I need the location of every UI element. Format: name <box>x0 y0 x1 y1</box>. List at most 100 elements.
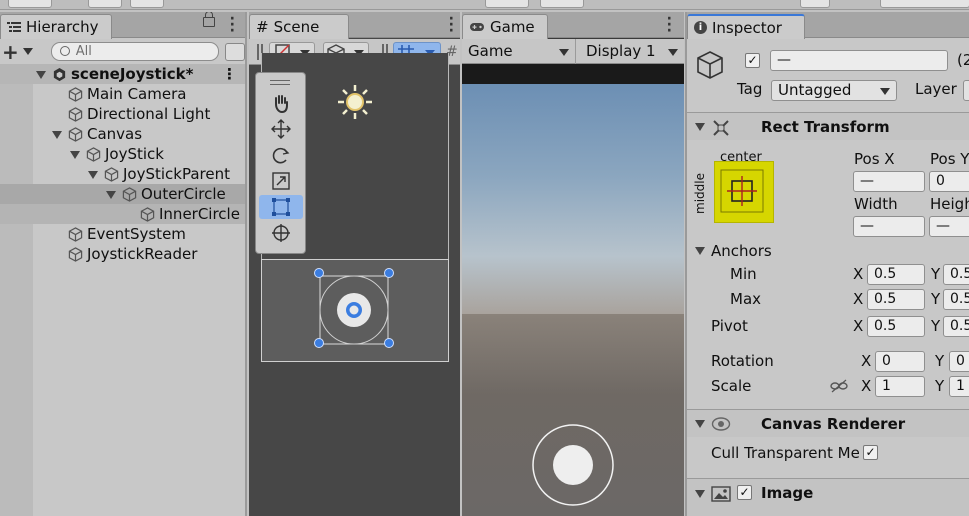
more-menu-icon[interactable]: · · · <box>667 12 672 38</box>
expand-arrow-icon[interactable] <box>52 131 62 139</box>
min-y-label: Y <box>931 265 941 283</box>
game-toolbar: Game Display 1 <box>462 39 684 64</box>
tag-label: Tag <box>737 80 763 98</box>
more-menu-icon[interactable]: · · · <box>449 12 454 38</box>
canvas-rect[interactable] <box>261 259 449 362</box>
sun-icon[interactable] <box>337 84 373 120</box>
outer-circle-gizmo[interactable] <box>314 270 394 350</box>
anchor-max-y-field[interactable]: 0.5 <box>943 289 969 310</box>
search-icon <box>59 46 70 56</box>
transform-tool[interactable] <box>259 221 303 245</box>
layer-dropdown[interactable]: U <box>963 80 969 101</box>
hierarchy-item[interactable]: JoyStickParent <box>0 164 245 184</box>
scene-menu-icon[interactable]: ⋮ <box>222 64 237 84</box>
game-panel: Game · · · Game Display 1 <box>462 12 684 516</box>
rect-transform-icon <box>713 120 729 136</box>
resize-handle[interactable] <box>384 268 394 278</box>
width-field[interactable]: — <box>853 216 925 237</box>
move-tool[interactable] <box>259 117 303 141</box>
game-view-dropdown[interactable]: Game <box>462 39 576 64</box>
image-header[interactable]: ✓ Image <box>687 478 969 516</box>
tag-dropdown[interactable]: Untagged <box>771 80 897 101</box>
skybox <box>462 84 684 314</box>
tab-label: Inspector <box>712 18 782 37</box>
hierarchy-item-label: JoyStick <box>105 145 164 163</box>
pivot-y-field[interactable]: 0.5 <box>943 316 969 337</box>
game-viewport[interactable] <box>462 64 684 516</box>
expand-arrow-icon[interactable] <box>36 71 46 79</box>
search-input[interactable]: All <box>50 42 220 61</box>
rotation-y-label: Y <box>935 352 945 370</box>
resize-handle[interactable] <box>314 338 324 348</box>
toolbar-button[interactable] <box>88 0 122 8</box>
hierarchy-item[interactable]: Main Camera <box>0 84 245 104</box>
fold-arrow-icon[interactable] <box>695 247 705 255</box>
rotation-x-field[interactable]: 0 <box>875 351 925 372</box>
hierarchy-panel: Hierarchy · · · + All sceneJoystick* ⋮ Main … <box>0 12 247 516</box>
scale-tool[interactable] <box>259 169 303 193</box>
pos-x-field[interactable]: — <box>853 171 925 192</box>
scene-row[interactable]: sceneJoystick* ⋮ <box>0 64 245 84</box>
tab-label: Hierarchy <box>26 18 99 36</box>
hierarchy-item[interactable]: JoystickReader <box>0 244 245 264</box>
lock-icon[interactable] <box>203 12 215 27</box>
resize-handle[interactable] <box>384 338 394 348</box>
hierarchy-item[interactable]: Directional Light <box>0 104 245 124</box>
hand-tool[interactable] <box>259 91 303 115</box>
joystick-outer-circle[interactable] <box>530 422 616 508</box>
pivot-x-field[interactable]: 0.5 <box>867 316 925 337</box>
play-controls[interactable] <box>485 0 529 8</box>
anchor-min-x-field[interactable]: 0.5 <box>867 264 925 285</box>
chevron-down-icon <box>559 49 569 56</box>
anchor-min-y-field[interactable]: 0.5 <box>943 264 969 285</box>
constrain-proportions-icon[interactable] <box>830 379 848 393</box>
width-label: Width <box>854 195 898 213</box>
min-label: Min <box>730 265 757 283</box>
rect-tool[interactable] <box>259 195 303 219</box>
chevron-down-icon <box>668 49 678 56</box>
scale-x-field[interactable]: 1 <box>875 376 925 397</box>
tool-palette <box>255 72 306 254</box>
max-y-label: Y <box>931 290 941 308</box>
rect-transform-header[interactable]: Rect Transform <box>687 112 969 140</box>
toolbar-button[interactable] <box>800 0 830 8</box>
hierarchy-item[interactable]: Canvas <box>0 124 245 144</box>
inspector-panel: i Inspector ✓ — (2 Tag Untagged Layer U … <box>685 12 969 516</box>
canvas-renderer-header[interactable]: Canvas Renderer <box>687 409 969 437</box>
hierarchy-item[interactable]: JoyStick <box>0 144 245 164</box>
image-enabled-checkbox[interactable]: ✓ <box>737 485 752 500</box>
height-field[interactable]: — <box>929 216 969 237</box>
pos-y-field[interactable]: 0 <box>929 171 969 192</box>
cull-transparent-checkbox[interactable]: ✓ <box>863 445 878 460</box>
rotate-tool[interactable] <box>259 143 303 167</box>
rotation-y-field[interactable]: 0 <box>949 351 969 372</box>
pos-x-label: Pos X <box>854 150 895 168</box>
expand-arrow-icon[interactable] <box>106 191 116 199</box>
play-controls[interactable] <box>540 0 584 8</box>
display-dropdown[interactable]: Display 1 <box>580 39 684 64</box>
toolbar-button[interactable] <box>8 0 52 8</box>
tab-hierarchy[interactable]: Hierarchy <box>0 14 112 39</box>
scale-y-field[interactable]: 1 <box>949 376 969 397</box>
expand-arrow-icon[interactable] <box>88 171 98 179</box>
hierarchy-item[interactable]: InnerCircle <box>0 204 245 224</box>
gameobject-icon <box>697 51 723 79</box>
height-label: Heigh <box>930 195 969 213</box>
anchor-max-x-field[interactable]: 0.5 <box>867 289 925 310</box>
more-menu-icon[interactable]: · · · <box>230 12 235 38</box>
expand-arrow-icon[interactable] <box>70 151 80 159</box>
filter-icon[interactable] <box>225 42 245 61</box>
add-button[interactable]: + <box>2 40 33 64</box>
resize-handle[interactable] <box>314 268 324 278</box>
active-checkbox[interactable]: ✓ <box>745 53 760 68</box>
hierarchy-item[interactable]: OuterCircle <box>0 184 245 204</box>
tab-inspector[interactable]: i Inspector <box>687 14 805 39</box>
hierarchy-item[interactable]: EventSystem <box>0 224 245 244</box>
tab-label: Scene <box>273 18 320 36</box>
tab-game[interactable]: Game <box>462 14 548 39</box>
name-field[interactable]: — <box>770 50 948 71</box>
layers-dropdown[interactable] <box>880 0 969 8</box>
anchor-preset-button[interactable] <box>714 161 774 223</box>
toolbar-button[interactable] <box>130 0 164 8</box>
tab-scene[interactable]: # Scene <box>249 14 349 39</box>
